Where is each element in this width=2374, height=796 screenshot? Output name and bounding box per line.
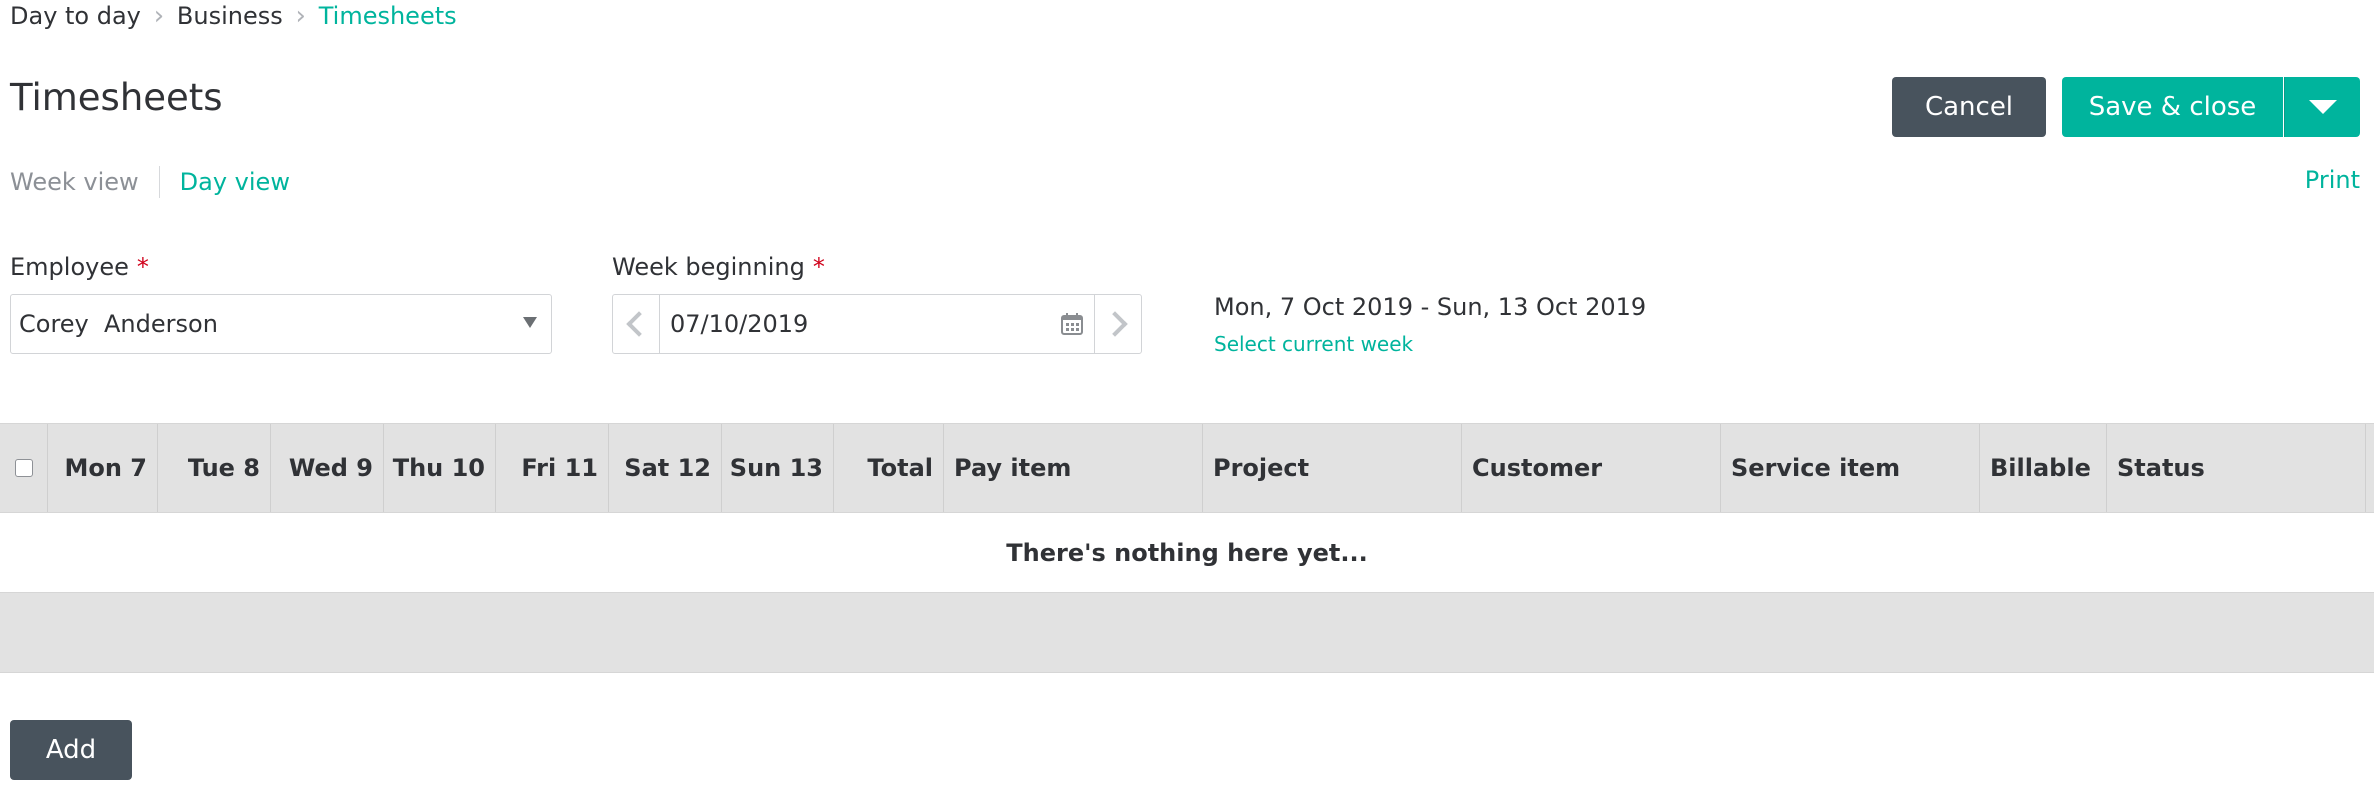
print-link[interactable]: Print [2305,166,2360,194]
column-header-billable: Billable [1980,424,2107,512]
column-header-total: Total [834,424,944,512]
cancel-button[interactable]: Cancel [1892,77,2046,137]
tab-divider [158,166,160,198]
column-header-customer: Customer [1462,424,1721,512]
column-header-tue: Tue 8 [158,424,271,512]
column-header-sun: Sun 13 [722,424,834,512]
required-mark: * [136,253,149,281]
dropdown-arrow-icon [523,317,537,328]
column-header-fri: Fri 11 [496,424,609,512]
employee-label-text: Employee [10,253,129,281]
select-all-cell [0,424,48,512]
select-current-week-link[interactable]: Select current week [1214,332,1413,356]
employee-label: Employee * [10,253,149,281]
date-range-text: Mon, 7 Oct 2019 - Sun, 13 Oct 2019 [1214,293,1647,321]
employee-select-value: Corey Anderson [19,310,218,338]
calendar-icon[interactable] [1050,295,1094,353]
save-and-close-button[interactable]: Save & close [2062,77,2283,137]
tab-day-view[interactable]: Day view [180,168,290,196]
save-options-dropdown-button[interactable] [2284,77,2360,137]
breadcrumb-timesheets[interactable]: Timesheets [319,2,457,30]
column-header-service-item: Service item [1721,424,1980,512]
next-week-button[interactable] [1094,295,1141,353]
calendar-icon-svg [1061,313,1083,335]
tab-week-view[interactable]: Week view [10,168,139,196]
add-button[interactable]: Add [10,720,132,780]
view-tabs: Week view Day view [10,162,290,202]
table-footer-row [0,593,2374,673]
table-header: Mon 7 Tue 8 Wed 9 Thu 10 Fri 11 Sat 12 S… [0,423,2374,513]
week-beginning-input[interactable] [660,295,1050,353]
chevron-right-icon: › [153,1,165,31]
timesheet-table: Mon 7 Tue 8 Wed 9 Thu 10 Fri 11 Sat 12 S… [0,423,2374,673]
previous-week-button[interactable] [613,295,660,353]
column-header-status: Status [2107,424,2366,512]
empty-state-message: There's nothing here yet... [0,513,2374,593]
column-header-sat: Sat 12 [609,424,722,512]
column-header-pay-item: Pay item [944,424,1203,512]
required-mark: * [812,253,825,281]
chevron-right-icon [1102,311,1128,337]
page-title: Timesheets [10,76,223,119]
employee-select[interactable]: Corey Anderson [10,294,552,354]
caret-down-icon [2308,100,2337,114]
chevron-right-icon: › [295,1,306,31]
week-beginning-label-text: Week beginning [612,253,805,281]
breadcrumb: Day to day › Business › Timesheets [10,0,457,32]
column-header-wed: Wed 9 [271,424,384,512]
column-header-project: Project [1203,424,1462,512]
select-all-checkbox[interactable] [14,459,33,477]
column-header-mon: Mon 7 [48,424,158,512]
column-header-thu: Thu 10 [384,424,496,512]
breadcrumb-business[interactable]: Business [177,2,283,30]
breadcrumb-day-to-day[interactable]: Day to day [10,2,141,30]
week-beginning-label: Week beginning * [612,253,825,281]
week-beginning-date-picker [612,294,1142,354]
chevron-left-icon [626,311,652,337]
